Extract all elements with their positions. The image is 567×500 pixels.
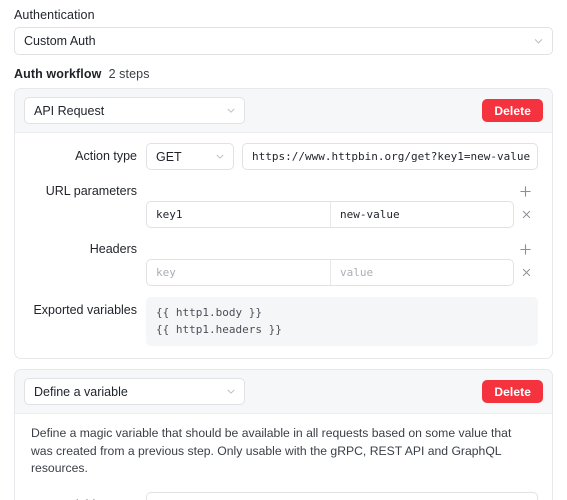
exported-variables-row: Exported variables {{ http1.body }} {{ h… — [15, 297, 538, 347]
close-icon[interactable] — [514, 201, 538, 228]
chevron-down-icon — [533, 36, 544, 47]
variable-name-row: Variable name CUSTOM_TOKEN — [15, 492, 538, 500]
url-parameter-row: key1 new-value — [146, 201, 538, 228]
exported-variables-label: Exported variables — [33, 303, 137, 317]
action-type-label: Action type — [75, 149, 137, 163]
url-parameters-row: URL parameters key1 new-value — [15, 181, 538, 228]
url-parameters-label: URL parameters — [45, 184, 137, 198]
header-row: key value — [146, 259, 538, 286]
variable-name-input[interactable]: CUSTOM_TOKEN — [146, 492, 538, 500]
step-description: Define a magic variable that should be a… — [31, 426, 512, 476]
header-value-input[interactable]: value — [330, 260, 513, 285]
step-body: Define a magic variable that should be a… — [15, 414, 552, 500]
chevron-down-icon — [214, 151, 225, 162]
step-body: Action type GET https://www.httpbin.org/… — [15, 133, 552, 359]
step-type-select-define-variable[interactable]: Define a variable — [24, 378, 245, 406]
step-type-value: Define a variable — [34, 384, 128, 399]
delete-step-button[interactable]: Delete — [482, 99, 543, 122]
variable-name-label: Variable name — [15, 492, 146, 500]
header-key-input[interactable]: key — [147, 260, 330, 285]
authentication-select-value: Custom Auth — [24, 34, 96, 48]
url-parameter-key-input[interactable]: key1 — [147, 202, 330, 227]
chevron-down-icon — [225, 105, 236, 116]
auth-workflow-heading: Auth workflow 2 steps — [14, 65, 553, 88]
auth-workflow-title: Auth workflow — [14, 67, 102, 81]
close-icon[interactable] — [514, 259, 538, 286]
exported-variable-item: {{ http1.body }} — [156, 306, 262, 319]
action-type-row: Action type GET https://www.httpbin.org/… — [15, 143, 538, 170]
workflow-step-define-variable: Define a variable Delete Define a magic … — [14, 369, 553, 500]
http-method-select[interactable]: GET — [146, 143, 234, 170]
auth-workflow-steps-count: 2 steps — [108, 67, 150, 81]
authentication-select[interactable]: Custom Auth — [14, 27, 553, 55]
headers-label: Headers — [89, 242, 137, 256]
url-parameter-value-input[interactable]: new-value — [330, 202, 513, 227]
chevron-down-icon — [225, 386, 236, 397]
step-header: Define a variable Delete — [15, 370, 552, 415]
workflow-step-api-request: API Request Delete Action type GET https… — [14, 88, 553, 360]
step-type-value: API Request — [34, 103, 105, 118]
step-header: API Request Delete — [15, 89, 552, 133]
exported-variable-item: {{ http1.headers }} — [156, 323, 282, 337]
plus-icon[interactable] — [517, 241, 533, 257]
authentication-label: Authentication — [14, 8, 95, 22]
http-method-value: GET — [156, 149, 182, 164]
step-type-select-api-request[interactable]: API Request — [24, 97, 245, 124]
plus-icon[interactable] — [517, 183, 533, 199]
headers-row: Headers key value — [15, 239, 538, 286]
auth-settings-panel: Authentication Custom Auth Auth workflow… — [0, 0, 567, 500]
request-url-input[interactable]: https://www.httpbin.org/get?key1=new-val… — [242, 143, 538, 170]
exported-variables-list: {{ http1.body }} {{ http1.headers }} — [146, 297, 538, 347]
delete-step-button[interactable]: Delete — [482, 380, 543, 404]
